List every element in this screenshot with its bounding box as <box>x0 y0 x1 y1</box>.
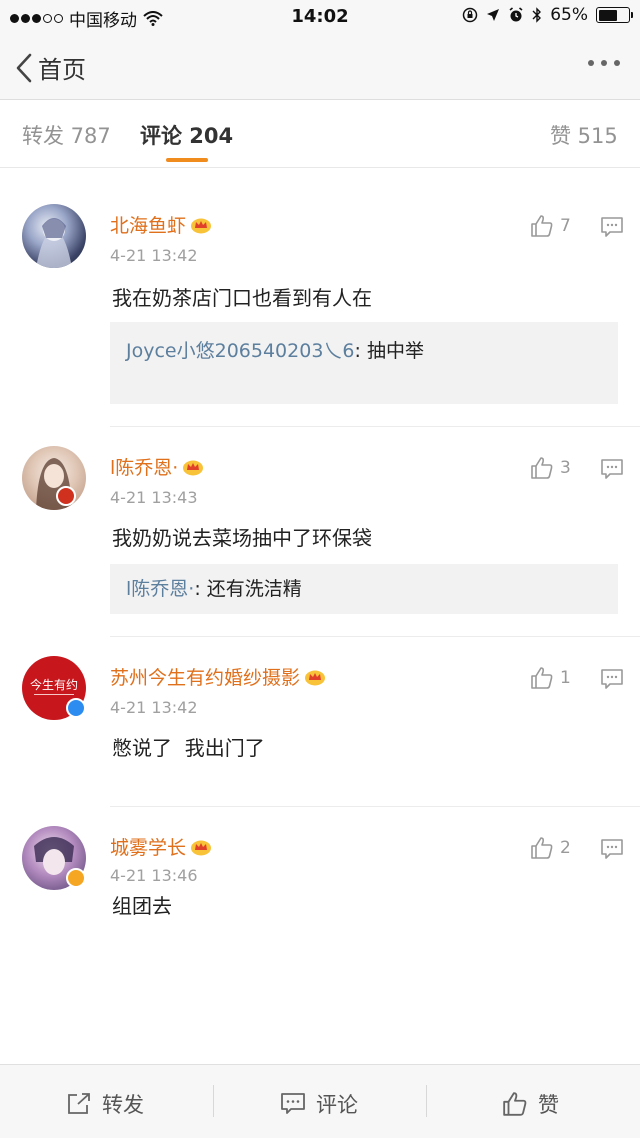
tab-comments[interactable]: 评论 204 <box>140 120 233 150</box>
like-label: 赞 <box>538 1093 559 1117</box>
battery-icon <box>596 7 633 23</box>
alarm-icon <box>509 7 523 22</box>
comment-icon <box>281 1093 305 1114</box>
reply-box[interactable]: Joyce小悠206540203乀6: 抽中举 <box>110 322 618 404</box>
status-right: 65% <box>462 5 633 25</box>
verified-badge <box>66 868 86 888</box>
reply-username[interactable]: Joyce小悠206540203乀6 <box>126 340 355 362</box>
like-post-button[interactable]: 赞 <box>502 1089 559 1119</box>
reply-separator: : <box>354 340 361 362</box>
comment-text: 憋说了 我出门了 <box>112 736 265 760</box>
tab-likes[interactable]: 赞 515 <box>550 120 618 150</box>
battery-percent: 65% <box>550 5 588 25</box>
bluetooth-icon <box>532 7 542 23</box>
comment-username[interactable]: 城雾学长 <box>110 833 212 860</box>
share-icon <box>68 1093 90 1114</box>
thumbs-up-icon <box>531 837 553 859</box>
comment-label: 评论 <box>316 1093 358 1117</box>
reply-username[interactable]: l陈乔恩· <box>126 578 194 600</box>
reply-box[interactable]: l陈乔恩·: 还有洗洁精 <box>110 564 618 614</box>
comment-text: 组团去 <box>112 894 172 918</box>
reply-icon[interactable] <box>600 838 624 860</box>
reply-text: 抽中举 <box>366 340 424 362</box>
more-options-button[interactable] <box>588 60 620 66</box>
repost-button[interactable]: 转发 <box>66 1089 144 1119</box>
back-label: 首页 <box>38 56 86 84</box>
toolbar-separator <box>426 1085 427 1117</box>
avatar-text: 今生有约 <box>29 678 78 692</box>
comment-time: 4-21 13:43 <box>110 488 198 507</box>
vip-crown-icon <box>191 840 212 855</box>
like-count: 2 <box>560 838 571 858</box>
comment-item: l陈乔恩· 4-21 13:43 我奶奶说去菜场抽中了环保袋 l陈乔恩·: 还有… <box>0 428 640 628</box>
reply-icon[interactable] <box>600 458 624 480</box>
like-count: 3 <box>560 458 571 478</box>
comment-time: 4-21 13:42 <box>110 246 198 265</box>
divider <box>110 636 640 637</box>
verified-badge <box>66 698 86 718</box>
tab-reposts[interactable]: 转发 787 <box>22 120 111 150</box>
avatar-image <box>36 458 72 510</box>
comment-text: 我在奶茶店门口也看到有人在 <box>112 286 372 310</box>
chevron-left-icon <box>16 53 32 82</box>
comment-item: 今生有约 苏州今生有约婚纱摄影 4-21 13:42 憋说了 我出门了 1 <box>0 638 640 808</box>
like-button[interactable]: 1 <box>530 666 571 690</box>
thumbs-up-icon <box>531 667 553 689</box>
comment-button[interactable]: 评论 <box>280 1089 358 1119</box>
reply-separator: : <box>194 578 201 600</box>
back-button[interactable]: 首页 <box>16 50 86 85</box>
vip-crown-icon <box>183 460 204 475</box>
comment-username[interactable]: l陈乔恩· <box>110 453 204 480</box>
vip-badge <box>56 486 76 506</box>
avatar[interactable] <box>22 446 86 510</box>
reply-text: 还有洗洁精 <box>206 578 302 600</box>
tab-bar: 转发 787 评论 204 赞 515 <box>0 100 640 168</box>
reply-icon[interactable] <box>600 668 624 690</box>
avatar[interactable] <box>22 204 86 268</box>
active-tab-indicator <box>166 158 208 162</box>
nav-bar: 首页 <box>0 34 640 100</box>
bottom-toolbar: 转发 评论 赞 <box>0 1064 640 1138</box>
comment-username[interactable]: 苏州今生有约婚纱摄影 <box>110 663 326 690</box>
toolbar-separator <box>213 1085 214 1117</box>
repost-label: 转发 <box>102 1093 144 1117</box>
vip-crown-icon <box>191 218 212 233</box>
comment-text: 我奶奶说去菜场抽中了环保袋 <box>112 526 372 550</box>
like-count: 1 <box>560 668 571 688</box>
location-icon <box>487 9 500 21</box>
like-button[interactable]: 2 <box>530 836 571 860</box>
comment-time: 4-21 13:42 <box>110 698 198 717</box>
divider <box>110 426 640 427</box>
status-bar: 中国移动 14:02 65% <box>0 0 640 34</box>
vip-crown-icon <box>305 670 326 685</box>
comment-username[interactable]: 北海鱼虾 <box>110 211 212 238</box>
comment-time: 4-21 13:46 <box>110 866 198 885</box>
comment-item: 城雾学长 4-21 13:46 组团去 2 <box>0 808 640 948</box>
thumbs-up-icon <box>531 457 553 479</box>
avatar-image <box>36 218 72 268</box>
comment-item: 北海鱼虾 4-21 13:42 我在奶茶店门口也看到有人在 Joyce小悠206… <box>0 186 640 426</box>
like-button[interactable]: 7 <box>530 214 571 238</box>
reply-icon[interactable] <box>600 216 624 238</box>
divider <box>110 806 640 807</box>
rotation-lock-icon <box>462 7 478 23</box>
thumbs-up-icon <box>531 215 553 237</box>
thumbs-up-icon <box>503 1092 527 1116</box>
like-button[interactable]: 3 <box>530 456 571 480</box>
like-count: 7 <box>560 216 571 236</box>
